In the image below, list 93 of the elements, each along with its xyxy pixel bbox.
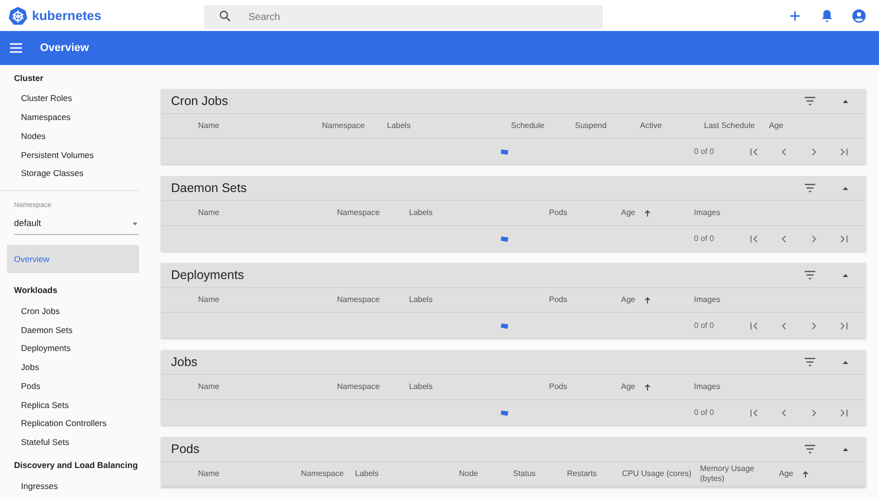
sort-arrow-icon[interactable] (801, 470, 810, 478)
column-header[interactable]: Age (621, 208, 636, 218)
sidebar-item[interactable]: Stateful Sets (0, 434, 150, 452)
menu-icon[interactable] (8, 40, 24, 56)
column-header[interactable]: Suspend (575, 121, 607, 131)
column-header[interactable]: Labels (409, 208, 433, 218)
column-header[interactable]: Images (694, 208, 720, 218)
first-page-icon[interactable] (748, 320, 760, 332)
column-header[interactable]: Images (694, 295, 720, 305)
dropdown-caret-icon (131, 220, 139, 228)
account-icon[interactable] (851, 8, 867, 24)
helm-wheel-logo-icon[interactable] (8, 6, 28, 26)
sidebar-item[interactable]: Namespaces (0, 108, 150, 128)
column-header[interactable]: Pods (549, 295, 568, 305)
column-header[interactable]: Name (198, 208, 220, 218)
column-header[interactable]: Namespace (337, 295, 380, 305)
column-header[interactable]: Pods (549, 382, 568, 392)
card-title: Daemon Sets (171, 180, 247, 197)
page-range: 0 of 0 (694, 406, 714, 418)
column-header[interactable]: Age (621, 295, 636, 305)
column-header[interactable]: Labels (409, 295, 433, 305)
column-header[interactable]: Schedule (511, 121, 544, 131)
brand-name[interactable]: kubernetes (32, 6, 102, 26)
sidebar-item[interactable]: Replica Sets (0, 396, 150, 415)
column-header[interactable]: Pods (549, 208, 568, 218)
column-header[interactable]: Images (694, 382, 720, 392)
filter-icon[interactable] (803, 442, 817, 456)
namespace-select[interactable]: default (14, 217, 139, 235)
page-title: Overview (40, 40, 89, 56)
card-title: Deployments (171, 266, 244, 284)
column-header[interactable]: Node (459, 469, 478, 479)
page-range: 0 of 0 (694, 320, 714, 332)
loading-spinner-icon (500, 321, 510, 331)
column-header[interactable]: Name (198, 382, 220, 392)
card-title: Cron Jobs (171, 92, 228, 110)
column-header[interactable]: Name (198, 295, 220, 305)
last-page-icon[interactable] (838, 232, 850, 244)
column-header[interactable]: Namespace (337, 382, 380, 392)
column-header[interactable]: Labels (355, 469, 379, 479)
section-heading: Discovery and Load Balancing (13, 459, 139, 472)
first-page-icon[interactable] (748, 406, 760, 418)
column-header[interactable]: Last Schedule (704, 121, 755, 131)
page-range: 0 of 0 (694, 146, 714, 158)
sidebar-item[interactable]: Overview (7, 244, 139, 274)
filter-icon[interactable] (803, 181, 817, 195)
column-header[interactable]: Age (779, 469, 794, 479)
sidebar-item[interactable]: Nodes (0, 127, 150, 146)
sort-arrow-icon[interactable] (643, 296, 652, 304)
search-field[interactable]: Search (204, 5, 604, 29)
sidebar-item[interactable]: Jobs (0, 358, 150, 378)
sidebar-item[interactable]: Persistent Volumes (0, 146, 150, 165)
first-page-icon[interactable] (748, 232, 760, 244)
column-header[interactable]: CPU Usage (cores) (622, 469, 692, 479)
search-icon (218, 8, 232, 22)
sidebar-item[interactable]: Deployments (0, 340, 150, 358)
section-heading: Cluster (13, 72, 44, 85)
column-header[interactable]: Age (621, 382, 636, 392)
sidebar-item[interactable]: Replication Controllers (0, 414, 150, 434)
column-header[interactable]: Namespace (337, 208, 380, 218)
sidebar-item[interactable]: Ingresses (0, 477, 150, 496)
column-header[interactable]: Name (198, 469, 220, 479)
last-page-icon[interactable] (838, 406, 850, 418)
last-page-icon[interactable] (838, 146, 850, 158)
column-header[interactable]: Age (769, 121, 784, 131)
loading-spinner-icon (500, 234, 510, 244)
loading-spinner-icon (500, 408, 510, 418)
column-header[interactable]: Labels (409, 382, 433, 392)
sidebar-item[interactable]: Daemon Sets (0, 320, 150, 340)
column-header[interactable]: Namespace (301, 469, 344, 479)
column-header[interactable]: Active (640, 121, 662, 131)
column-header[interactable]: Namespace (322, 121, 365, 131)
sidebar-item[interactable]: Pods (0, 377, 150, 396)
filter-icon[interactable] (803, 355, 817, 369)
card-title: Pods (171, 440, 200, 458)
column-header[interactable]: Name (198, 121, 220, 131)
sort-arrow-icon[interactable] (643, 382, 652, 392)
column-header[interactable]: Labels (387, 121, 411, 131)
section-heading: Workloads (13, 284, 58, 298)
sidebar-item[interactable]: Cron Jobs (0, 302, 150, 321)
loading-spinner-icon (500, 147, 510, 157)
column-header[interactable]: Restarts (567, 469, 597, 479)
sidebar-item[interactable]: Cluster Roles (0, 90, 150, 109)
last-page-icon[interactable] (838, 320, 850, 332)
filter-icon[interactable] (803, 268, 817, 282)
page-range: 0 of 0 (694, 232, 714, 244)
first-page-icon[interactable] (748, 146, 760, 158)
column-header[interactable]: Memory Usage (bytes) (700, 464, 770, 484)
filter-icon[interactable] (803, 94, 817, 108)
card-title: Jobs (171, 354, 198, 371)
sidebar-item[interactable]: Storage Classes (0, 164, 150, 184)
column-header[interactable]: Status (513, 469, 536, 479)
sort-arrow-icon[interactable] (643, 208, 652, 218)
bell-icon[interactable] (819, 8, 835, 24)
